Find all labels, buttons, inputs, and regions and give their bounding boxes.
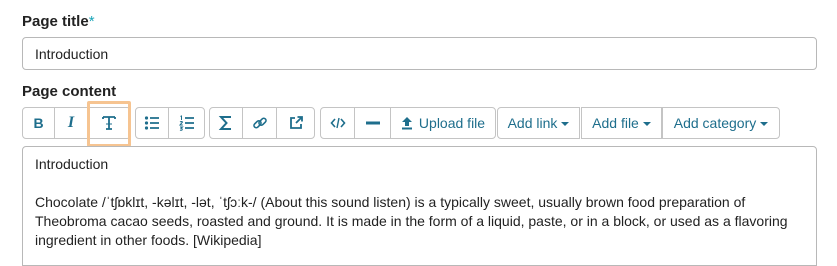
caret-down-icon — [642, 122, 651, 126]
bullet-list-button[interactable] — [135, 107, 169, 139]
bold-button[interactable]: B — [22, 107, 55, 139]
horizontal-rule-button[interactable] — [354, 107, 391, 139]
external-link-icon — [288, 115, 304, 131]
page-title-label-text: Page title — [22, 13, 89, 30]
external-link-button[interactable] — [276, 107, 315, 139]
required-mark: * — [88, 13, 95, 30]
add-file-label: Add file — [592, 115, 639, 131]
upload-file-button[interactable]: Upload file — [390, 107, 496, 139]
math-button[interactable] — [209, 107, 243, 139]
page-content-label: Page content — [22, 83, 117, 100]
page-title-label: Page title* — [22, 13, 95, 30]
upload-icon — [401, 116, 413, 130]
italic-label: I — [67, 114, 75, 131]
add-file-dropdown[interactable]: Add file — [581, 107, 662, 139]
code-icon — [329, 116, 346, 130]
sigma-icon — [218, 115, 234, 131]
code-button[interactable] — [320, 107, 355, 139]
add-category-label: Add category — [673, 115, 757, 131]
horizontal-rule-icon — [365, 115, 381, 131]
caret-down-icon — [760, 122, 769, 126]
heading-button[interactable] — [87, 107, 131, 139]
italic-button[interactable]: I — [54, 107, 88, 139]
editor-heading: Introduction — [35, 156, 109, 172]
add-link-label: Add link — [507, 115, 558, 131]
add-link-dropdown[interactable]: Add link — [497, 107, 580, 139]
page-title-input[interactable] — [22, 37, 817, 70]
add-category-dropdown[interactable]: Add category — [662, 107, 780, 139]
bullet-list-icon — [144, 115, 160, 131]
numbered-list-icon — [178, 115, 195, 131]
upload-file-label: Upload file — [418, 115, 486, 131]
link-button[interactable] — [242, 107, 277, 139]
link-icon — [252, 115, 268, 131]
heading-icon — [100, 114, 118, 132]
caret-down-icon — [561, 122, 570, 126]
editor-blank-line — [35, 174, 804, 193]
content-editor[interactable]: Introduction Chocolate /ˈtʃɒklɪt, -kəlɪt… — [22, 146, 817, 266]
numbered-list-button[interactable] — [168, 107, 205, 139]
editor-paragraph: Chocolate /ˈtʃɒklɪt, -kəlɪt, -lət, ˈtʃɔː… — [35, 194, 788, 248]
bold-label: B — [33, 115, 44, 131]
